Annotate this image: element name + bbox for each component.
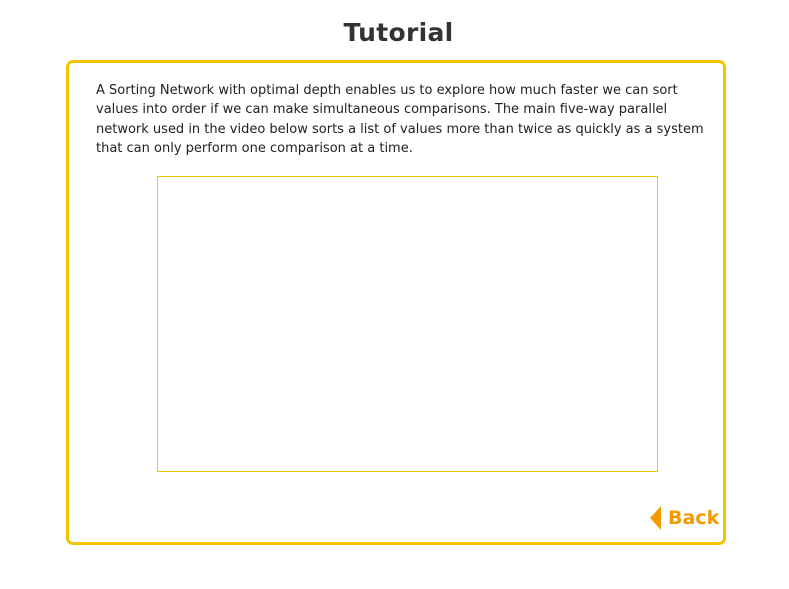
- intro-text: A Sorting Network with optimal depth ena…: [96, 83, 704, 157]
- back-button[interactable]: Back: [650, 503, 719, 533]
- back-button-label: Back: [668, 507, 720, 529]
- page-title: Tutorial: [343, 18, 454, 47]
- tutorial-panel: A Sorting Network with optimal depth ena…: [66, 60, 726, 545]
- chevron-left-icon: [650, 506, 661, 530]
- video-player[interactable]: [157, 176, 658, 472]
